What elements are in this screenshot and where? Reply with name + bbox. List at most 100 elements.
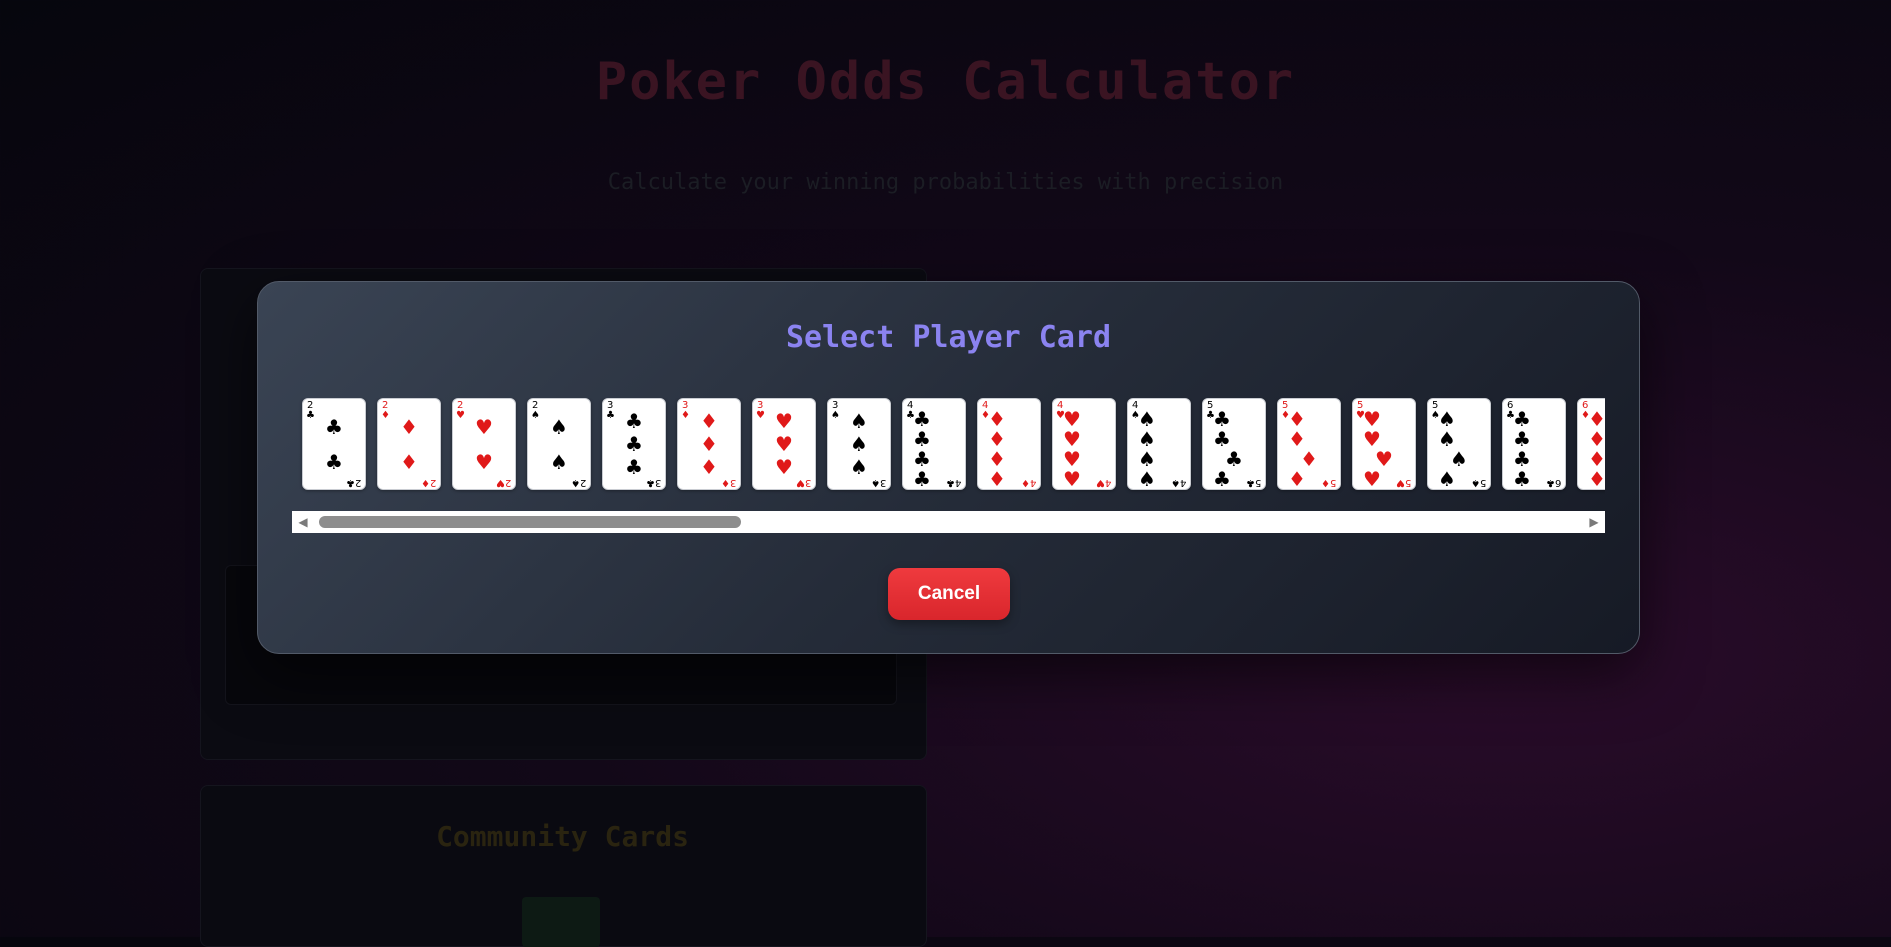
- suit-pip-icon: ♦: [700, 455, 718, 480]
- card-3-of-diamonds[interactable]: 3 ♦ ♦ ♦ ♦ 3♦: [677, 398, 741, 490]
- suit-pip-icon: ♣: [325, 449, 343, 474]
- page-subtitle: Calculate your winning probabilities wit…: [607, 170, 1284, 195]
- suit-pip-icon: ♦ ♦: [1588, 489, 1605, 490]
- suit-pip-icon: ♣ ♣: [1513, 407, 1531, 451]
- card-rank-bottom: 4♠: [1170, 477, 1186, 488]
- suit-pip-icon: ♠: [850, 455, 868, 480]
- card-pips: ♦ ♦: [388, 409, 430, 479]
- suit-pip-icon: ♦: [1300, 447, 1318, 471]
- page-title: Poker Odds Calculator: [595, 52, 1296, 112]
- suit-pip-icon: ♠: [1450, 447, 1468, 471]
- suit-pip-icon: ♦ ♦: [1588, 447, 1605, 490]
- card-pips: ♣ ♣♣ ♣♣ ♣: [1513, 407, 1555, 489]
- suit-pip-icon: ♣ ♣: [1213, 407, 1231, 451]
- card-pips: ♣ ♣: [313, 409, 355, 479]
- card-pips: ♥ ♥ ♥ ♥: [1063, 407, 1105, 489]
- suit-pip-icon: ♠ ♠: [1438, 407, 1456, 451]
- card-4-of-hearts[interactable]: 4 ♥ ♥ ♥ ♥ ♥ 4♥: [1052, 398, 1116, 490]
- card-pips: ♥ ♥♥♥ ♥: [1363, 407, 1405, 489]
- card-pips: ♥ ♥: [463, 409, 505, 479]
- suit-pip-icon: ♠: [850, 408, 868, 433]
- card-3-of-clubs[interactable]: 3 ♣ ♣ ♣ ♣ 3♣: [602, 398, 666, 490]
- scrollbar-thumb[interactable]: [319, 516, 741, 528]
- card-rank-bottom: 5♠: [1470, 477, 1486, 488]
- card-5-of-diamonds[interactable]: 5♦♦ ♦♦♦ ♦5♦: [1277, 398, 1341, 490]
- suit-pip-icon: ♥ ♥: [1363, 407, 1381, 451]
- suit-pip-icon: ♣: [325, 414, 343, 439]
- suit-pip-icon: ♠: [550, 414, 568, 439]
- card-pips: ♣ ♣♣♣ ♣: [1213, 407, 1255, 489]
- card-rank-bottom: 3♣: [645, 477, 661, 488]
- suit-pip-icon: ♦: [400, 414, 418, 439]
- card-rank-bottom: 2♠: [570, 477, 586, 488]
- suit-pip-icon: ♣: [1225, 447, 1243, 471]
- card-pips: ♠ ♠: [538, 409, 580, 479]
- card-6-of-diamonds[interactable]: 6♦♦ ♦♦ ♦♦ ♦6♦: [1577, 398, 1605, 490]
- card-pips: ♦ ♦ ♦: [688, 409, 730, 479]
- suit-pip-icon: ♠: [550, 449, 568, 474]
- card-rank-bottom: 3♥: [795, 477, 811, 488]
- card-rank-bottom: 2♦: [420, 477, 436, 488]
- card-rank-bottom: 6♣: [1545, 477, 1561, 488]
- suit-pip-icon: ♣: [625, 408, 643, 433]
- modal-title: Select Player Card: [785, 320, 1112, 355]
- suit-pip-icon: ♥: [475, 414, 493, 439]
- suit-pip-icon: ♦ ♦: [1588, 407, 1605, 451]
- card-rank-bottom: 2♣: [345, 477, 361, 488]
- suit-pip-icon: ♦: [700, 431, 718, 456]
- card-rank-bottom: 3♠: [870, 477, 886, 488]
- cancel-button[interactable]: Cancel: [888, 568, 1010, 620]
- suit-pip-icon: ♦ ♦: [988, 407, 1006, 451]
- suit-pip-icon: ♥: [475, 449, 493, 474]
- card-2-of-clubs[interactable]: 2 ♣ ♣ ♣ 2♣: [302, 398, 366, 490]
- card-4-of-spades[interactable]: 4 ♠ ♠ ♠ ♠ ♠ 4♠: [1127, 398, 1191, 490]
- suit-pip-icon: ♦ ♦: [1288, 407, 1306, 451]
- suit-pip-icon: ♦: [700, 408, 718, 433]
- card-scroller[interactable]: 2 ♣ ♣ ♣ 2♣ 2 ♦ ♦ ♦ 2♦ 2 ♥ ♥ ♥ 2♥ 2 ♠ ♠ ♠ 2♠ 3 ♣ ♣ ♣ ♣ 3♣ 3 ♦ ♦ ♦ ♦ 3♦ 3 ♥…: [292, 398, 1605, 512]
- card-2-of-hearts[interactable]: 2 ♥ ♥ ♥ 2♥: [452, 398, 516, 490]
- card-rank-bottom: 5♦: [1320, 477, 1336, 488]
- community-cards-title: Community Cards: [436, 820, 689, 853]
- card-pips: ♦ ♦♦ ♦♦ ♦: [1588, 407, 1605, 489]
- card-pips: ♣ ♣ ♣ ♣: [913, 407, 955, 489]
- card-pips: ♠ ♠♠♠ ♠: [1438, 407, 1480, 489]
- suit-pip-icon: ♣ ♣: [913, 407, 931, 451]
- suit-pip-icon: ♠ ♠: [1138, 407, 1156, 451]
- card-pips: ♣ ♣ ♣: [613, 409, 655, 479]
- suit-pip-icon: ♦: [400, 449, 418, 474]
- card-5-of-hearts[interactable]: 5♥♥ ♥♥♥ ♥5♥: [1352, 398, 1416, 490]
- suit-pip-icon: ♥: [775, 408, 793, 433]
- card-5-of-clubs[interactable]: 5♣♣ ♣♣♣ ♣5♣: [1202, 398, 1266, 490]
- card-pips: ♦ ♦ ♦ ♦: [988, 407, 1030, 489]
- card-pips: ♦ ♦♦♦ ♦: [1288, 407, 1330, 489]
- card-4-of-clubs[interactable]: 4 ♣ ♣ ♣ ♣ ♣ 4♣: [902, 398, 966, 490]
- suit-pip-icon: ♠: [850, 431, 868, 456]
- card-rank-bottom: 3♦: [720, 477, 736, 488]
- card-rank-bottom: 5♥: [1395, 477, 1411, 488]
- card-5-of-spades[interactable]: 5♠♠ ♠♠♠ ♠5♠: [1427, 398, 1491, 490]
- suit-pip-icon: ♥: [1375, 447, 1393, 471]
- card-6-of-clubs[interactable]: 6♣♣ ♣♣ ♣♣ ♣6♣: [1502, 398, 1566, 490]
- card-rank-bottom: 4♦: [1020, 477, 1036, 488]
- card-pips: ♠ ♠ ♠ ♠: [1138, 407, 1180, 489]
- triangle-left-icon[interactable]: ◀: [292, 511, 314, 533]
- triangle-right-icon[interactable]: ▶: [1583, 511, 1605, 533]
- card-pips: ♥ ♥ ♥: [763, 409, 805, 479]
- card-2-of-spades[interactable]: 2 ♠ ♠ ♠ 2♠: [527, 398, 591, 490]
- card-rank-bottom: 2♥: [495, 477, 511, 488]
- horizontal-scrollbar[interactable]: ◀ ▶: [292, 511, 1605, 533]
- card-4-of-diamonds[interactable]: 4 ♦ ♦ ♦ ♦ ♦ 4♦: [977, 398, 1041, 490]
- suit-pip-icon: ♥: [775, 455, 793, 480]
- community-card-slot: [522, 897, 600, 947]
- card-2-of-diamonds[interactable]: 2 ♦ ♦ ♦ 2♦: [377, 398, 441, 490]
- card-3-of-spades[interactable]: 3 ♠ ♠ ♠ ♠ 3♠: [827, 398, 891, 490]
- suit-pip-icon: ♣: [625, 455, 643, 480]
- card-3-of-hearts[interactable]: 3 ♥ ♥ ♥ ♥ 3♥: [752, 398, 816, 490]
- card-rank-bottom: 4♣: [945, 477, 961, 488]
- card-rank-bottom: 5♣: [1245, 477, 1261, 488]
- suit-pip-icon: ♣: [625, 431, 643, 456]
- card-pips: ♠ ♠ ♠: [838, 409, 880, 479]
- suit-pip-icon: ♣ ♣: [1513, 489, 1555, 490]
- card-select-modal: Select Player Card 2 ♣ ♣ ♣ 2♣ 2 ♦ ♦ ♦ 2♦ 2 ♥ ♥ ♥ 2♥ 2 ♠ ♠…: [257, 281, 1640, 654]
- suit-pip-icon: ♥ ♥: [1063, 407, 1081, 451]
